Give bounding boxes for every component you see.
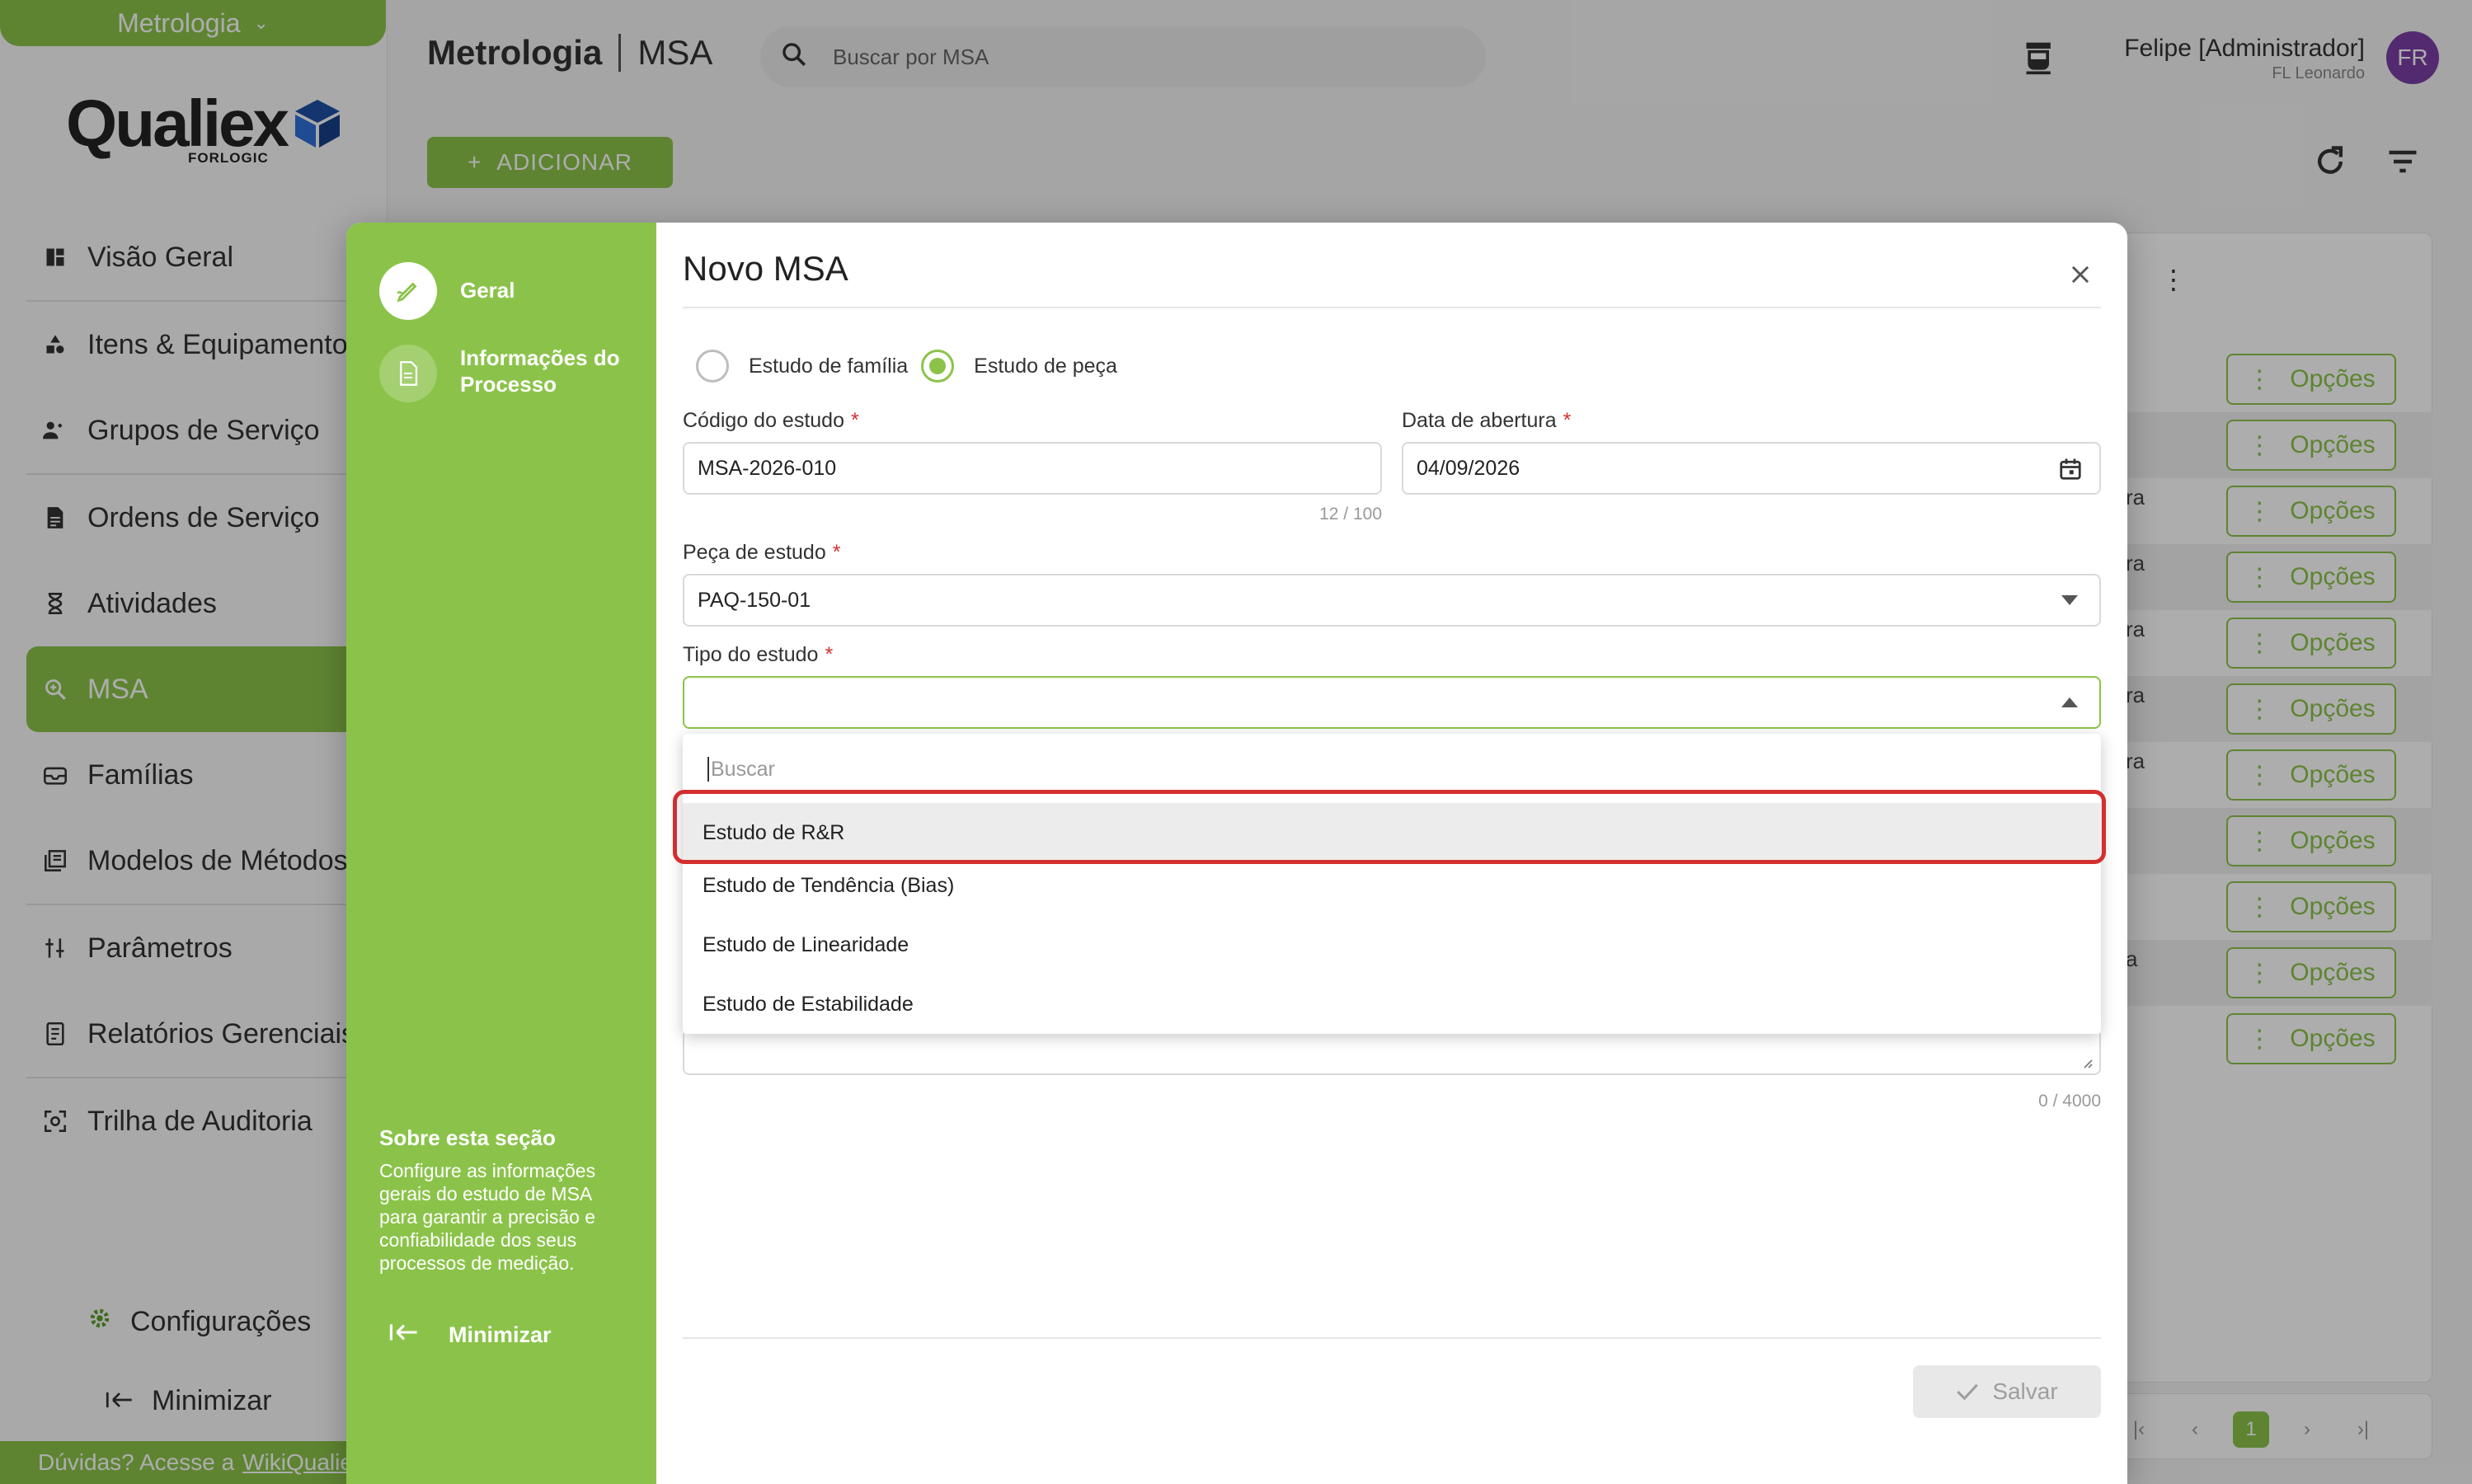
code-counter: 12 / 100 — [1319, 505, 1382, 524]
new-msa-dialog: Geral Informações do Processo Sobre esta… — [346, 223, 2127, 1484]
stepper-minimize-button[interactable]: Minimizar — [389, 1322, 552, 1348]
type-select[interactable] — [683, 676, 2101, 729]
divider — [683, 1337, 2101, 1339]
save-button[interactable]: Salvar — [1913, 1365, 2101, 1418]
date-label-text: Data de abertura — [1402, 409, 1557, 432]
date-field[interactable]: 04/09/2026 — [1402, 442, 2101, 495]
date-label: Data de abertura * — [1402, 409, 1571, 433]
type-dropdown-menu: Buscar Estudo de R&R Estudo de Tendência… — [683, 734, 2101, 1034]
about-title: Sobre esta seção — [379, 1125, 556, 1150]
about-text: Configure as informações gerais do estud… — [379, 1160, 596, 1274]
part-label: Peça de estudo * — [683, 541, 840, 565]
part-value: PAQ-150-01 — [698, 588, 811, 612]
dropdown-option[interactable]: Estudo de Estabilidade — [683, 974, 2101, 1034]
radio-family[interactable] — [696, 350, 729, 383]
highlight-annotation — [673, 790, 2106, 864]
radio-part-label[interactable]: Estudo de peça — [974, 355, 1117, 378]
radio-family-label[interactable]: Estudo de família — [749, 355, 908, 378]
required-mark: * — [850, 409, 859, 432]
step-geral[interactable]: Geral — [379, 262, 515, 320]
step-label: Informações do Processo — [460, 345, 620, 397]
pencil-icon — [379, 262, 437, 320]
calendar-icon[interactable] — [2058, 457, 2083, 481]
study-kind-radio-group: Estudo de família Estudo de peça — [696, 350, 1117, 383]
dropdown-option[interactable]: Estudo de Linearidade — [683, 915, 2101, 974]
caret-down-icon — [2061, 595, 2078, 605]
dialog-title: Novo MSA — [683, 249, 848, 288]
type-label: Tipo do estudo * — [683, 643, 833, 667]
code-label-text: Código do estudo — [683, 409, 844, 432]
description-counter: 0 / 4000 — [2038, 1092, 2101, 1111]
minimize-label: Minimizar — [449, 1322, 552, 1347]
type-label-text: Tipo do estudo — [683, 643, 819, 666]
dropdown-search-input[interactable]: Buscar — [707, 757, 775, 782]
code-label: Código do estudo * — [683, 409, 859, 433]
step-informacoes-processo[interactable]: Informações do Processo — [379, 345, 641, 402]
radio-part[interactable] — [921, 350, 955, 383]
collapse-left-icon — [389, 1322, 419, 1348]
dropdown-option[interactable]: Estudo de Tendência (Bias) — [683, 856, 2101, 915]
required-mark: * — [1563, 409, 1572, 432]
part-label-text: Peça de estudo — [683, 541, 826, 564]
document-icon — [379, 345, 437, 402]
date-value: 04/09/2026 — [1417, 456, 1520, 480]
description-textarea[interactable] — [683, 1034, 2101, 1075]
required-mark: * — [832, 541, 841, 564]
resize-handle-icon[interactable] — [2080, 1055, 2093, 1068]
part-select[interactable]: PAQ-150-01 — [683, 574, 2101, 627]
caret-up-icon — [2061, 697, 2078, 707]
save-label: Salvar — [1992, 1378, 2058, 1404]
stepper-panel: Geral Informações do Processo Sobre esta… — [346, 223, 656, 1484]
step-label: Geral — [460, 278, 515, 303]
about-section: Sobre esta seção Configure as informaçõe… — [379, 1125, 627, 1275]
code-field[interactable]: MSA-2026-010 — [683, 442, 1382, 495]
required-mark: * — [825, 643, 834, 666]
close-icon — [2071, 265, 2089, 284]
close-button[interactable] — [2060, 254, 2101, 295]
dialog-form: Novo MSA Estudo de família Estudo de peç… — [673, 223, 2106, 1484]
check-icon — [1957, 1383, 1979, 1401]
divider — [683, 307, 2101, 308]
